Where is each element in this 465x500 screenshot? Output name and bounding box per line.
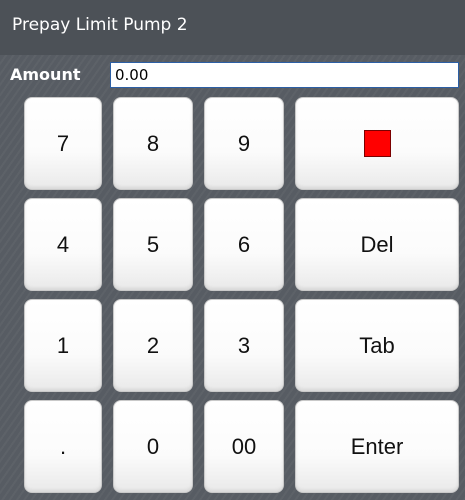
key-6[interactable]: 6	[204, 198, 284, 291]
amount-row: Amount	[0, 60, 465, 90]
key-7[interactable]: 7	[24, 97, 102, 190]
key-0[interactable]: 0	[113, 400, 193, 493]
key-1[interactable]: 1	[24, 299, 102, 392]
title-bar: Prepay Limit Pump 2	[0, 0, 465, 55]
key-5[interactable]: 5	[113, 198, 193, 291]
amount-input[interactable]	[110, 62, 459, 88]
tab-button[interactable]: Tab	[295, 299, 459, 392]
key-3[interactable]: 3	[204, 299, 284, 392]
stop-icon	[363, 130, 391, 157]
key-8[interactable]: 8	[113, 97, 193, 190]
stop-button[interactable]	[295, 97, 459, 190]
key-00[interactable]: 00	[204, 400, 284, 493]
del-button[interactable]: Del	[295, 198, 459, 291]
key-9[interactable]: 9	[204, 97, 284, 190]
window-title: Prepay Limit Pump 2	[12, 15, 188, 35]
enter-button[interactable]: Enter	[295, 400, 459, 493]
key-decimal[interactable]: .	[24, 400, 102, 493]
key-4[interactable]: 4	[24, 198, 102, 291]
amount-label: Amount	[10, 65, 81, 84]
key-2[interactable]: 2	[113, 299, 193, 392]
